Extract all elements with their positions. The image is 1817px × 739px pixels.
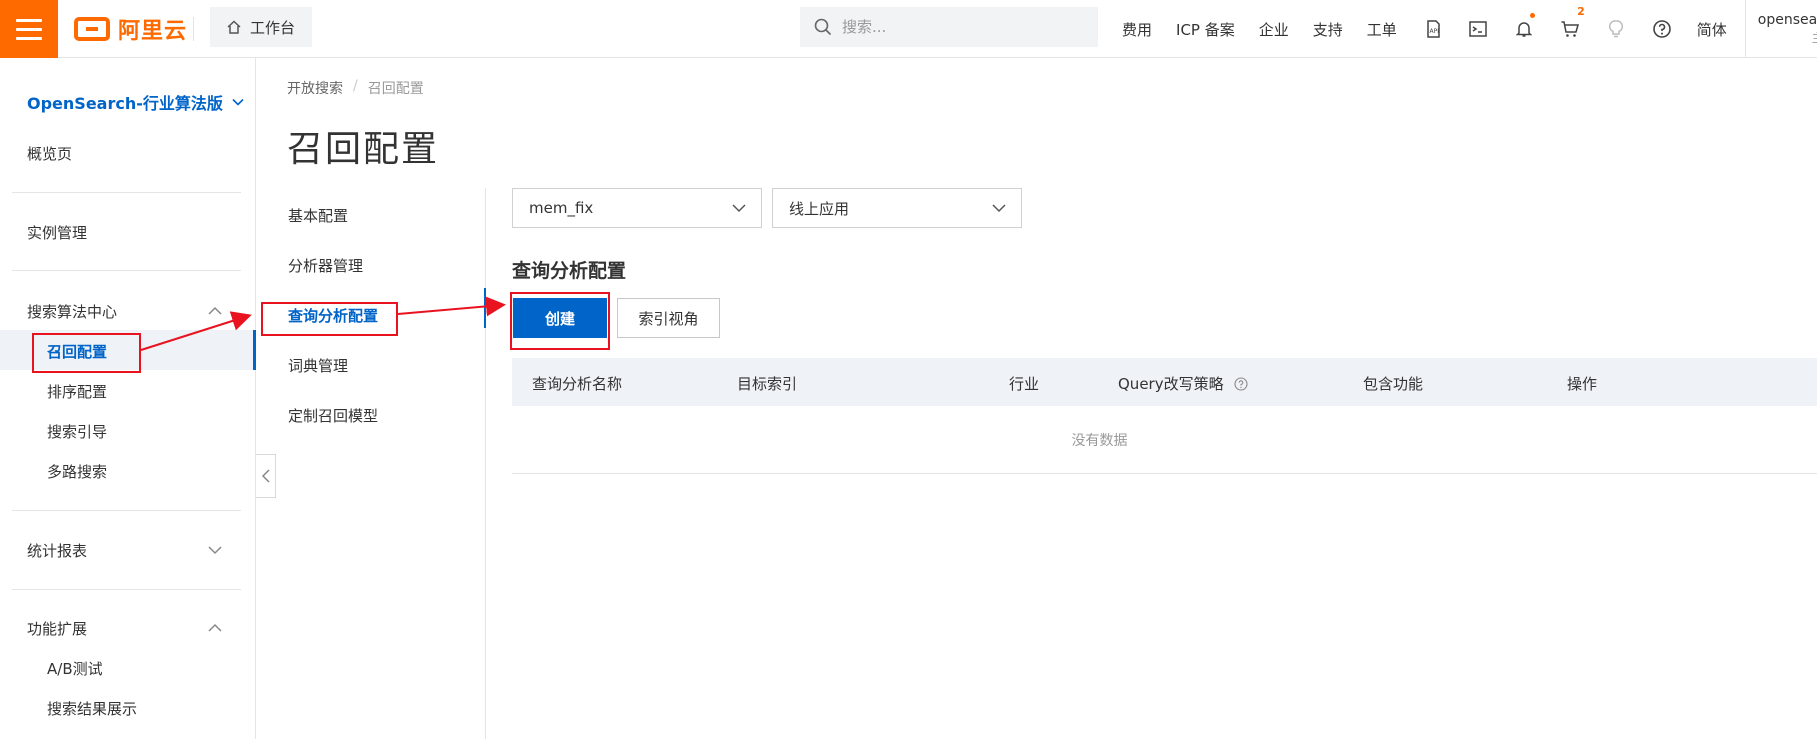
- cart-count-badge: 2: [1577, 5, 1585, 18]
- breadcrumb-separator: /: [353, 78, 358, 94]
- section-title: 查询分析配置: [512, 260, 627, 282]
- shopping-cart-icon[interactable]: 2: [1547, 0, 1593, 58]
- aliyun-logo-icon: [74, 17, 110, 41]
- annotation-box-query-analysis: [261, 302, 398, 336]
- environment-select[interactable]: 线上应用: [772, 188, 1022, 228]
- subnav-custom-recall-model[interactable]: 定制召回模型: [288, 405, 378, 426]
- sidebar-item-sort-config[interactable]: 排序配置: [47, 381, 107, 402]
- sidebar-item-instances[interactable]: 实例管理: [27, 222, 87, 243]
- account-sub: 主: [1758, 29, 1817, 47]
- sidebar-item-result-display[interactable]: 搜索结果展示: [47, 698, 137, 719]
- column-header-query-rewrite: Query改写策略: [1118, 373, 1248, 394]
- product-switcher[interactable]: OpenSearch-行业算法版: [27, 90, 245, 114]
- empty-text: 没有数据: [1071, 432, 1128, 449]
- subnav-analyzer-management[interactable]: 分析器管理: [288, 255, 363, 276]
- breadcrumb-parent[interactable]: 开放搜索: [287, 78, 343, 98]
- global-search[interactable]: [800, 7, 1098, 47]
- chevron-up-icon[interactable]: [207, 303, 223, 319]
- breadcrumb-current: 召回配置: [367, 81, 424, 97]
- annotation-box-recall-config: [32, 333, 141, 373]
- annotation-box-create: [510, 292, 610, 350]
- chevron-down-icon[interactable]: [207, 542, 223, 558]
- search-input[interactable]: [842, 18, 1082, 36]
- search-icon: [814, 18, 832, 36]
- sidebar-group-stats[interactable]: 统计报表: [27, 540, 87, 561]
- top-nav: 费用 ICP 备案 企业 支持 工单 API 2 简体 opensea 主: [1110, 0, 1817, 58]
- nav-ticket[interactable]: 工单: [1355, 19, 1409, 40]
- chevron-down-icon: [732, 204, 746, 213]
- topbar-divider: [193, 17, 194, 41]
- help-icon[interactable]: [1234, 376, 1248, 391]
- language-switch[interactable]: 简体: [1685, 19, 1739, 40]
- help-icon[interactable]: [1639, 0, 1685, 58]
- column-header-actions: 操作: [1567, 375, 1598, 393]
- column-header-target-index: 目标索引: [737, 375, 798, 393]
- account-menu[interactable]: opensea 主: [1746, 11, 1817, 47]
- product-title: OpenSearch-行业算法版: [27, 94, 223, 113]
- environment-select-value: 线上应用: [789, 199, 850, 218]
- sidebar-group-search-algo[interactable]: 搜索算法中心: [27, 301, 117, 322]
- svg-text:API: API: [1429, 28, 1439, 35]
- nav-enterprise[interactable]: 企业: [1247, 19, 1301, 40]
- chevron-down-icon: [992, 204, 1006, 213]
- workbench-label: 工作台: [250, 18, 296, 37]
- top-bar: 阿里云 工作台 费用 ICP 备案 企业 支持 工单 API 2: [0, 0, 1817, 58]
- breadcrumb: 开放搜索 / 召回配置: [287, 78, 424, 98]
- logo-text: 阿里云: [118, 19, 188, 44]
- sidebar-divider: [12, 510, 241, 511]
- sidebar-group-feature-ext[interactable]: 功能扩展: [27, 618, 87, 639]
- api-icon[interactable]: API: [1409, 0, 1455, 58]
- notification-dot: [1529, 13, 1535, 18]
- column-header-features: 包含功能: [1363, 375, 1424, 393]
- column-header-industry: 行业: [1009, 375, 1040, 393]
- terminal-icon[interactable]: [1455, 0, 1501, 58]
- subnav-dictionary-management[interactable]: 词典管理: [288, 355, 348, 376]
- index-view-button[interactable]: 索引视角: [617, 298, 720, 338]
- nav-fees[interactable]: 费用: [1110, 19, 1164, 40]
- sidebar-divider: [12, 270, 241, 271]
- column-header-name: 查询分析名称: [532, 375, 623, 393]
- table-empty-state: 没有数据: [512, 406, 1817, 474]
- sidebar-item-ab-test[interactable]: A/B测试: [47, 658, 103, 679]
- nav-support[interactable]: 支持: [1301, 19, 1355, 40]
- left-sidebar: OpenSearch-行业算法版 概览页 实例管理 搜索算法中心 召回配置 排序…: [0, 58, 256, 739]
- hamburger-menu-icon[interactable]: [0, 0, 58, 58]
- subnav-basic-config[interactable]: 基本配置: [288, 205, 348, 226]
- aliyun-logo[interactable]: 阿里云: [74, 13, 187, 45]
- nav-icp[interactable]: ICP 备案: [1164, 19, 1247, 40]
- chevron-up-icon[interactable]: [207, 620, 223, 636]
- chevron-down-icon: [232, 98, 244, 106]
- config-subnav: 基本配置 分析器管理 查询分析配置 词典管理 定制召回模型: [256, 188, 486, 739]
- home-icon: [227, 20, 241, 34]
- sidebar-item-multi-search[interactable]: 多路搜索: [47, 461, 107, 482]
- sidebar-divider: [12, 589, 241, 590]
- sidebar-item-overview[interactable]: 概览页: [27, 143, 72, 164]
- app-select[interactable]: mem_fix: [512, 188, 762, 228]
- sidebar-divider: [12, 192, 241, 193]
- account-name: opensea: [1757, 12, 1817, 28]
- notification-bell-icon[interactable]: [1501, 0, 1547, 58]
- sidebar-item-search-guide[interactable]: 搜索引导: [47, 421, 107, 442]
- lightbulb-icon[interactable]: [1593, 0, 1639, 58]
- page-title: 召回配置: [287, 129, 440, 170]
- workbench-button[interactable]: 工作台: [210, 7, 312, 47]
- table-header: 查询分析名称 目标索引 行业 Query改写策略 包含功能 操作: [512, 358, 1817, 406]
- app-select-value: mem_fix: [529, 199, 594, 217]
